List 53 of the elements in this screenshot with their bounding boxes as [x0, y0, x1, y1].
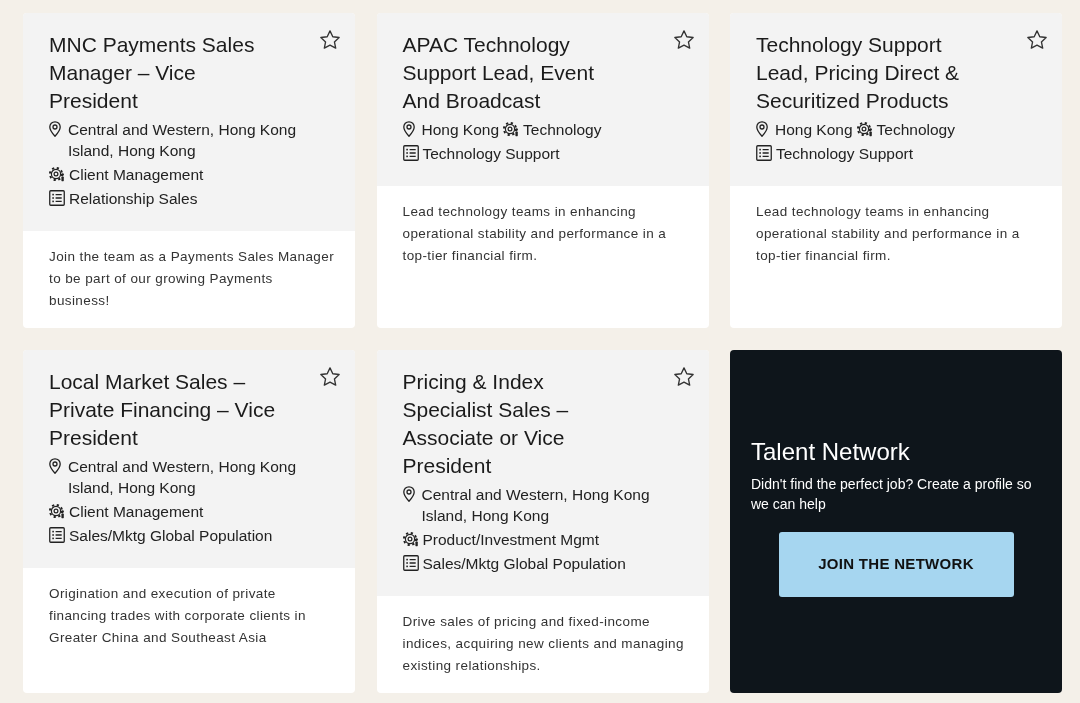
job-title[interactable]: APAC Technology Support Lead, Event And Broadcast	[402, 31, 633, 115]
star-icon[interactable]	[320, 367, 340, 386]
list-icon	[49, 190, 65, 206]
job-type: Sales/Mktg Global Population	[69, 526, 273, 546]
job-summary: Lead technology teams in enhancing operational stability and performance in a top-tier financial firm.	[402, 203, 668, 265]
job-location: Hong Kong	[775, 120, 853, 140]
job-location: Central and Western, Hong Kong Island, Hong Kong	[68, 457, 298, 498]
job-type: Relationship Sales	[69, 189, 198, 209]
job-type: Technology Support	[776, 144, 913, 164]
talent-network-text: Didn't find the perfect job? Create a profile so we can help	[751, 474, 1033, 514]
job-card[interactable]	[376, 350, 709, 693]
job-type: Sales/Mktg Global Population	[422, 554, 626, 574]
talent-network-title: Talent Network	[751, 436, 911, 467]
job-title[interactable]: MNC Payments Sales Manager – Vice President	[49, 31, 279, 115]
job-title[interactable]: Local Market Sales – Private Financing – Vice President	[49, 368, 279, 452]
job-type: Technology Support	[422, 144, 560, 164]
list-icon	[756, 145, 772, 161]
gear-user-icon	[402, 531, 419, 547]
job-category: Technology	[523, 120, 602, 140]
job-category: Client Management	[69, 165, 204, 185]
gear-user-icon	[503, 121, 520, 137]
location-pin-icon	[49, 121, 61, 137]
job-card[interactable]	[730, 13, 1062, 328]
join-network-button[interactable]: JOIN THE NETWORK	[778, 531, 1014, 597]
job-title[interactable]: Technology Support Lead, Pricing Direct & Securitized Products	[756, 31, 986, 115]
job-summary: Join the team as a Payments Sales Manager to be part of our growing Payments business!	[49, 248, 336, 310]
star-icon[interactable]	[673, 30, 694, 49]
job-category: Technology	[876, 120, 955, 140]
job-category: Client Management	[69, 502, 204, 522]
job-title[interactable]: Pricing & Index Specialist Sales – Associate or Vice President	[402, 368, 633, 480]
job-summary: Drive sales of pricing and fixed-income indices, acquiring new clients and managing existing relationships.	[402, 613, 685, 675]
star-icon[interactable]	[320, 30, 340, 49]
gear-user-icon	[49, 503, 65, 519]
job-summary: Origination and execution of private financing trades with corporate clients in Greater China and Southeast Asia	[49, 585, 307, 647]
job-location: Hong Kong	[421, 120, 500, 140]
star-icon[interactable]	[673, 367, 694, 386]
list-icon	[402, 145, 419, 161]
gear-user-icon	[856, 121, 873, 137]
list-icon	[49, 527, 65, 543]
gear-user-icon	[49, 166, 65, 182]
location-pin-icon	[402, 121, 415, 137]
job-category: Product/Investment Mgmt	[422, 530, 600, 550]
job-summary: Lead technology teams in enhancing operational stability and performance in a top-tier financial firm.	[756, 203, 1021, 265]
star-icon[interactable]	[1027, 30, 1047, 49]
job-card[interactable]: APAC Technology Support Lead, Event And Broadcast Hong Kong Technology Technology Support Lead technology teams in enhancing operational stability and performance in a top-tier financial firm.	[376, 13, 709, 328]
job-card[interactable]	[23, 350, 355, 693]
location-pin-icon	[756, 121, 768, 137]
list-icon	[402, 555, 419, 571]
location-pin-icon	[402, 486, 415, 502]
job-location: Central and Western, Hong Kong Island, Hong Kong	[421, 485, 651, 526]
location-pin-icon	[49, 458, 61, 474]
job-card[interactable]	[23, 13, 355, 328]
job-location: Central and Western, Hong Kong Island, Hong Kong	[68, 120, 298, 161]
